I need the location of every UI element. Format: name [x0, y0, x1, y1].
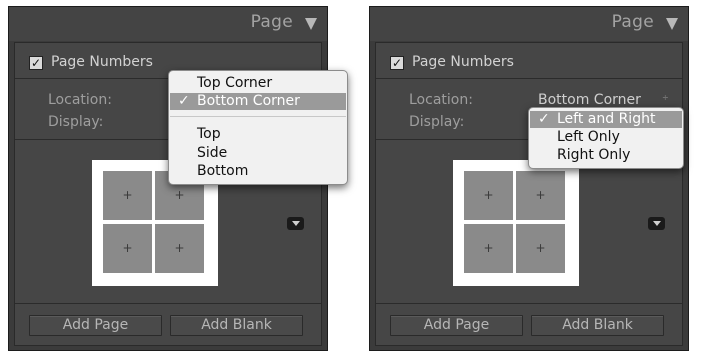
page-numbers-label: Page Numbers: [412, 54, 514, 70]
photo-cell[interactable]: +: [516, 224, 565, 273]
display-label: Display:: [409, 114, 465, 130]
updown-arrows-icon: ÷: [662, 93, 669, 102]
location-label: Location:: [409, 92, 473, 108]
photo-cell[interactable]: +: [103, 171, 152, 220]
menu-item-label: Top Corner: [197, 75, 273, 91]
photo-cell[interactable]: +: [464, 224, 513, 273]
collapse-triangle-icon[interactable]: [666, 18, 678, 30]
photo-cell[interactable]: +: [103, 224, 152, 273]
layout-options-button[interactable]: [648, 217, 665, 230]
checkmark-icon: ✓: [538, 111, 550, 127]
photo-cell[interactable]: +: [464, 171, 513, 220]
panel-title: Page: [250, 12, 293, 32]
page-numbers-section: ✓ Page Numbers Location: Bottom Corner ÷…: [375, 42, 683, 346]
dropdown-arrow-icon: [292, 221, 300, 226]
menu-item-label: Bottom Corner: [197, 93, 300, 109]
menu-item-label: Bottom: [197, 163, 249, 179]
location-label: Location:: [48, 92, 112, 108]
menu-item-label: Top: [197, 126, 221, 142]
display-label: Display:: [48, 114, 104, 130]
menu-separator: [170, 116, 346, 117]
collapse-triangle-icon[interactable]: [305, 18, 317, 30]
photo-cell[interactable]: +: [155, 224, 204, 273]
dropdown-arrow-icon: [653, 221, 661, 226]
menu-item-label: Left and Right: [557, 111, 656, 127]
menu-item-top-corner[interactable]: Top Corner: [170, 75, 346, 92]
layout-options-button[interactable]: [287, 217, 304, 230]
display-dropdown-menu: ✓ Left and Right Left Only Right Only: [528, 107, 684, 169]
divider: [15, 303, 321, 304]
checkmark-icon: ✓: [178, 93, 190, 109]
photo-cell[interactable]: +: [516, 171, 565, 220]
menu-item-label: Right Only: [557, 147, 631, 163]
page-panel-right: Page ✓ Page Numbers Location: Bottom Cor…: [369, 6, 689, 351]
menu-item-left-and-right[interactable]: ✓ Left and Right: [530, 111, 682, 128]
menu-item-bottom[interactable]: Bottom: [170, 163, 346, 180]
add-blank-button[interactable]: Add Blank: [170, 315, 303, 336]
add-page-button[interactable]: Add Page: [29, 315, 162, 336]
menu-item-label: Side: [197, 145, 228, 161]
page-preview[interactable]: + + + +: [453, 160, 579, 286]
add-blank-button[interactable]: Add Blank: [531, 315, 664, 336]
menu-item-right-only[interactable]: Right Only: [530, 147, 682, 164]
location-select[interactable]: Bottom Corner: [538, 92, 641, 108]
panel-header[interactable]: Page: [9, 7, 327, 41]
menu-item-top[interactable]: Top: [170, 126, 346, 143]
menu-item-label: Left Only: [557, 129, 620, 145]
divider: [376, 78, 682, 79]
location-dropdown-menu: Top Corner ✓ Bottom Corner Top Side Bott…: [168, 70, 348, 185]
panel-header[interactable]: Page: [370, 7, 688, 41]
page-numbers-checkbox[interactable]: ✓: [390, 56, 404, 70]
menu-item-side[interactable]: Side: [170, 145, 346, 162]
page-numbers-label: Page Numbers: [51, 54, 153, 70]
panel-title: Page: [611, 12, 654, 32]
menu-item-bottom-corner[interactable]: ✓ Bottom Corner: [170, 93, 346, 110]
menu-item-left-only[interactable]: Left Only: [530, 129, 682, 146]
add-page-button[interactable]: Add Page: [390, 315, 523, 336]
divider: [376, 303, 682, 304]
page-numbers-checkbox[interactable]: ✓: [29, 56, 43, 70]
